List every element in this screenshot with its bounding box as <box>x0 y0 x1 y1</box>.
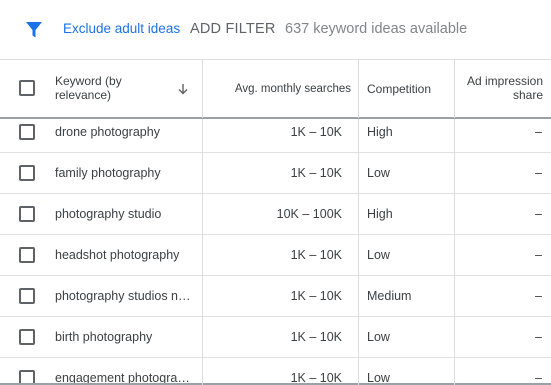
column-divider <box>454 60 455 118</box>
header-ad-impression-label: Ad impression share <box>466 74 543 102</box>
table-row[interactable]: engagement photography 1K – 10K Low – <box>0 358 551 385</box>
filter-icon[interactable] <box>25 21 43 39</box>
filter-bar: Exclude adult ideas ADD FILTER 637 keywo… <box>0 0 551 59</box>
table-row[interactable]: photography studios ne... 1K – 10K Mediu… <box>0 276 551 317</box>
keyword-cell[interactable]: headshot photography <box>55 235 195 275</box>
table-row[interactable]: drone photography 1K – 10K High – <box>0 119 551 153</box>
keyword-ideas-count: 637 keyword ideas available <box>285 21 468 37</box>
row-checkbox[interactable] <box>19 165 35 181</box>
add-filter-button[interactable]: ADD FILTER <box>190 21 276 37</box>
keyword-table-body: drone photography 1K – 10K High – family… <box>0 119 551 385</box>
ad-impression-cell: – <box>535 166 542 180</box>
table-header: Keyword (by relevance) Avg. monthly sear… <box>0 59 551 119</box>
ad-impression-cell: – <box>535 248 542 262</box>
avg-monthly-cell: 1K – 10K <box>290 166 342 180</box>
row-checkbox[interactable] <box>19 206 35 222</box>
exclude-adult-ideas-link[interactable]: Exclude adult ideas <box>63 21 180 36</box>
table-row[interactable]: family photography 1K – 10K Low – <box>0 153 551 194</box>
avg-monthly-cell: 10K – 100K <box>276 207 342 221</box>
keyword-cell[interactable]: birth photography <box>55 317 195 357</box>
table-row[interactable]: birth photography 1K – 10K Low – <box>0 317 551 358</box>
keyword-cell[interactable]: engagement photography <box>55 358 195 385</box>
header-keyword-label: Keyword (by relevance) <box>55 74 122 102</box>
avg-monthly-cell: 1K – 10K <box>290 125 342 139</box>
select-all-checkbox[interactable] <box>19 80 35 96</box>
header-keyword[interactable]: Keyword (by relevance) <box>55 60 175 118</box>
competition-cell: Low <box>367 330 390 344</box>
competition-cell: Medium <box>367 289 412 303</box>
keyword-cell[interactable]: family photography <box>55 153 195 193</box>
row-checkbox[interactable] <box>19 329 35 345</box>
competition-cell: Low <box>367 248 390 262</box>
table-row[interactable]: headshot photography 1K – 10K Low – <box>0 235 551 276</box>
competition-cell: High <box>367 125 393 139</box>
column-divider <box>202 119 203 385</box>
table-row[interactable]: photography studio 10K – 100K High – <box>0 194 551 235</box>
avg-monthly-cell: 1K – 10K <box>290 330 342 344</box>
avg-monthly-cell: 1K – 10K <box>290 371 342 385</box>
header-competition-label: Competition <box>367 82 432 96</box>
header-avg-monthly-searches[interactable]: Avg. monthly searches <box>203 60 351 118</box>
keyword-cell[interactable]: photography studios ne... <box>55 276 195 316</box>
avg-monthly-cell: 1K – 10K <box>290 248 342 262</box>
ad-impression-cell: – <box>535 207 542 221</box>
row-checkbox[interactable] <box>19 288 35 304</box>
column-divider <box>358 119 359 385</box>
keyword-cell[interactable]: drone photography <box>55 119 195 152</box>
ad-impression-cell: – <box>535 125 542 139</box>
competition-cell: High <box>367 207 393 221</box>
column-divider <box>358 60 359 118</box>
row-checkbox[interactable] <box>19 247 35 263</box>
header-avg-monthly-label: Avg. monthly searches <box>234 83 351 95</box>
header-ad-impression-share[interactable]: Ad impression share <box>460 60 543 118</box>
ad-impression-cell: – <box>535 289 542 303</box>
competition-cell: Low <box>367 166 390 180</box>
competition-cell: Low <box>367 371 390 385</box>
row-checkbox[interactable] <box>19 124 35 140</box>
arrow-down-icon[interactable] <box>177 83 189 95</box>
header-competition[interactable]: Competition <box>367 60 447 118</box>
ad-impression-cell: – <box>535 371 542 385</box>
keyword-cell[interactable]: photography studio <box>55 194 195 234</box>
avg-monthly-cell: 1K – 10K <box>290 289 342 303</box>
column-divider <box>454 119 455 385</box>
ad-impression-cell: – <box>535 330 542 344</box>
